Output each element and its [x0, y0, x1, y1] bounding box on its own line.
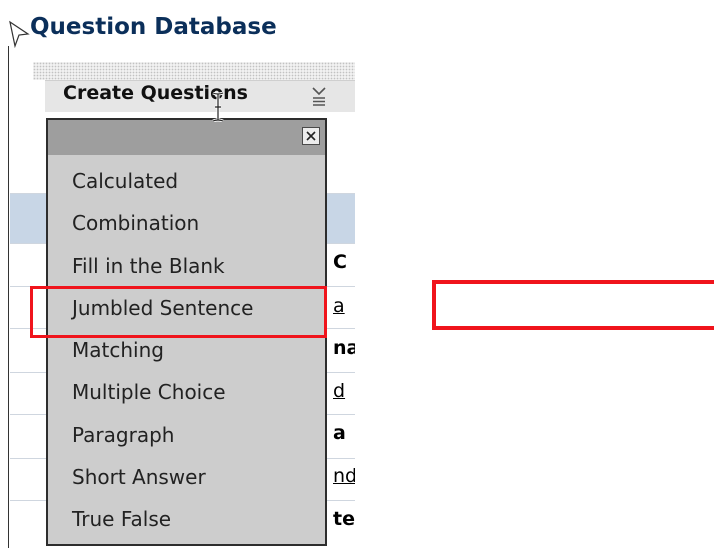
menu-item-paragraph[interactable]: Paragraph — [72, 423, 174, 447]
table-border — [8, 46, 9, 548]
menu-item-fill-in-the-blank[interactable]: Fill in the Blank — [72, 254, 225, 278]
table-cell-fragment: te — [333, 508, 355, 530]
callout-box — [432, 280, 714, 330]
table-cell-fragment: a — [333, 422, 346, 444]
menu-item-short-answer[interactable]: Short Answer — [72, 465, 206, 489]
page-title: Question Database — [30, 14, 277, 40]
table-cell-fragments: C a na d a nd te — [331, 245, 355, 548]
dropdown-header — [48, 120, 325, 155]
table-cell-link[interactable]: a — [333, 295, 345, 317]
menu-item-true-false[interactable]: True False — [72, 507, 171, 531]
menu-item-combination[interactable]: Combination — [72, 211, 199, 235]
menu-caret-icon[interactable] — [311, 85, 327, 107]
table-cell-fragment: na — [333, 337, 355, 359]
text-cursor-icon — [212, 92, 224, 122]
table-cell-link[interactable]: d — [333, 380, 345, 402]
table-header-bar — [33, 62, 355, 80]
menu-item-matching[interactable]: Matching — [72, 338, 164, 362]
table-cell-link[interactable]: nd — [333, 465, 355, 487]
close-icon[interactable] — [302, 127, 320, 145]
highlight-box-jumbled-sentence — [30, 286, 327, 338]
menu-item-multiple-choice[interactable]: Multiple Choice — [72, 380, 226, 404]
table-cell-fragment: C — [333, 251, 347, 273]
menu-item-calculated[interactable]: Calculated — [72, 169, 178, 193]
